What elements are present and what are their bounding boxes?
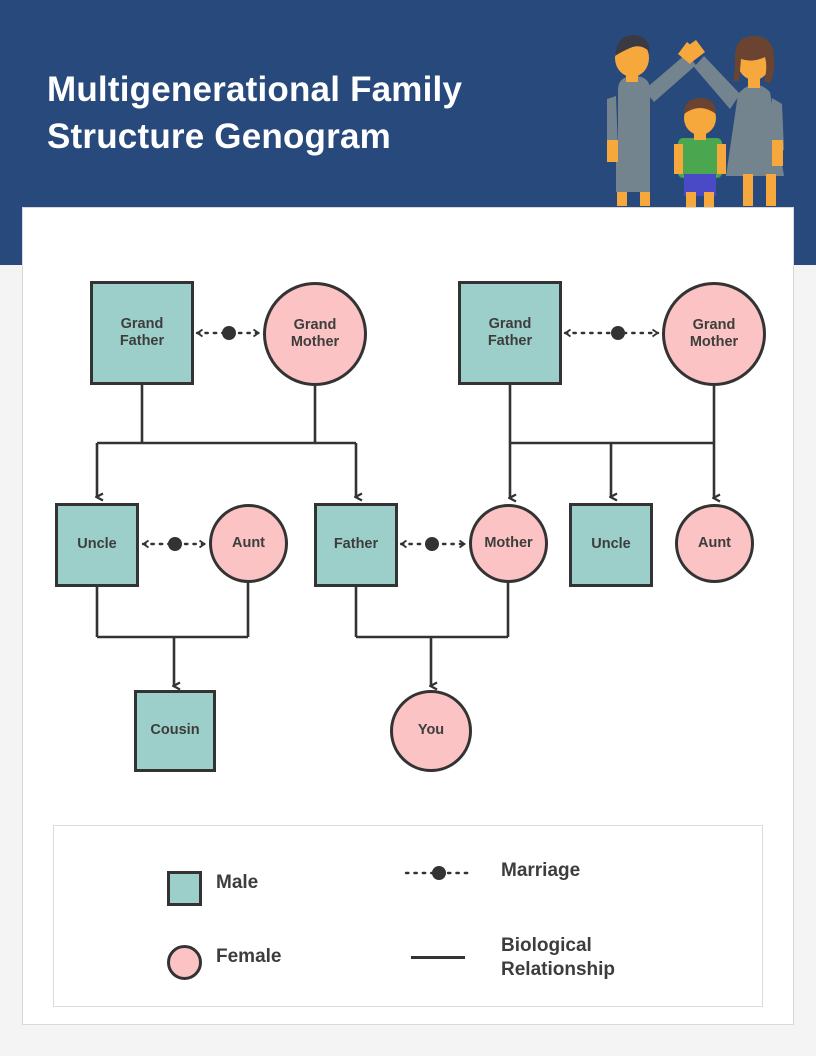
node-label: Uncle <box>77 536 117 553</box>
legend-marriage-icon <box>404 866 474 880</box>
node-you[interactable]: You <box>390 690 472 772</box>
page-title: Multigenerational Family Structure Genog… <box>47 70 463 156</box>
legend-female-label: Female <box>216 946 282 967</box>
legend-male-swatch <box>167 871 202 906</box>
node-label: Mother <box>484 534 533 551</box>
legend-marriage-label: Marriage <box>501 860 581 881</box>
node-uncle-maternal[interactable]: Uncle <box>569 503 653 587</box>
node-label: Grand Mother <box>290 316 340 350</box>
node-label: Grand Father <box>487 315 533 349</box>
node-label: You <box>417 722 445 739</box>
node-label: Aunt <box>697 534 731 551</box>
node-aunt-paternal[interactable]: Aunt <box>209 504 288 583</box>
node-maternal-grandmother[interactable]: Grand Mother <box>662 282 766 386</box>
node-aunt-maternal[interactable]: Aunt <box>675 504 754 583</box>
node-father[interactable]: Father <box>314 503 398 587</box>
node-mother[interactable]: Mother <box>469 504 548 583</box>
node-maternal-grandfather[interactable]: Grand Father <box>458 281 562 385</box>
node-label: Grand Mother <box>689 316 739 350</box>
legend-biological-icon <box>411 956 465 959</box>
legend-panel: Male Female Marriage Biological Relation… <box>53 825 763 1007</box>
node-label: Father <box>333 536 379 553</box>
node-paternal-grandfather[interactable]: Grand Father <box>90 281 194 385</box>
node-label: Cousin <box>150 722 200 739</box>
family-illustration <box>607 35 784 208</box>
legend-biological-label: Biological Relationship <box>501 935 616 981</box>
node-label: Uncle <box>591 536 631 553</box>
node-label: Aunt <box>231 534 265 551</box>
node-uncle-paternal[interactable]: Uncle <box>55 503 139 587</box>
legend-female-swatch <box>167 945 202 980</box>
legend-male-label: Male <box>216 872 259 893</box>
node-cousin[interactable]: Cousin <box>134 690 216 772</box>
node-label: Grand Father <box>119 315 165 349</box>
node-paternal-grandmother[interactable]: Grand Mother <box>263 282 367 386</box>
